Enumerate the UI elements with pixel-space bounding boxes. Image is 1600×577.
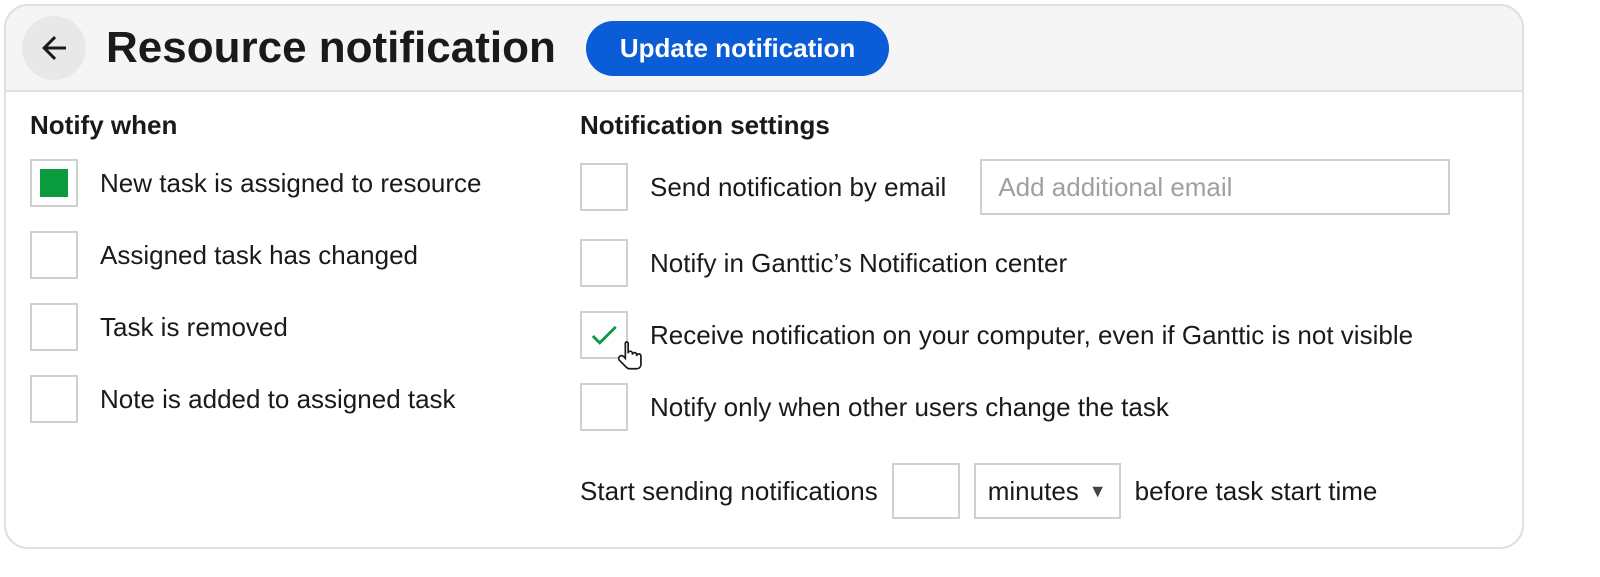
checkmark-icon [587, 318, 621, 352]
label-task-removed: Task is removed [100, 312, 288, 343]
page-title: Resource notification [106, 23, 556, 73]
notification-settings-title: Notification settings [580, 110, 1498, 141]
checkbox-task-changed[interactable] [30, 231, 78, 279]
checkbox-note-added[interactable] [30, 375, 78, 423]
checkbox-send-email[interactable] [580, 163, 628, 211]
timing-suffix: before task start time [1135, 476, 1378, 507]
panel-content: Notify when New task is assigned to reso… [6, 92, 1522, 547]
arrow-left-icon [36, 30, 72, 66]
checkbox-new-task-assigned[interactable] [30, 159, 78, 207]
timing-value-input[interactable] [892, 463, 960, 519]
option-note-added: Note is added to assigned task [30, 375, 520, 423]
update-notification-button[interactable]: Update notification [586, 21, 889, 76]
label-notify-center: Notify in Ganttic’s Notification center [650, 248, 1067, 279]
checkbox-notify-other-users[interactable] [580, 383, 628, 431]
option-notify-center: Notify in Ganttic’s Notification center [580, 239, 1498, 287]
timing-prefix: Start sending notifications [580, 476, 878, 507]
option-notify-other-users: Notify only when other users change the … [580, 383, 1498, 431]
back-button[interactable] [22, 16, 86, 80]
notification-panel: Resource notification Update notificatio… [4, 4, 1524, 549]
option-task-changed: Assigned task has changed [30, 231, 520, 279]
label-send-email: Send notification by email [650, 172, 946, 203]
checkbox-notify-center[interactable] [580, 239, 628, 287]
option-task-removed: Task is removed [30, 303, 520, 351]
timing-unit-select[interactable]: minutes ▼ [974, 463, 1121, 519]
timing-unit-label: minutes [988, 476, 1079, 507]
notify-when-section: Notify when New task is assigned to reso… [30, 110, 520, 519]
timing-row: Start sending notifications minutes ▼ be… [580, 463, 1498, 519]
label-note-added: Note is added to assigned task [100, 384, 456, 415]
label-notify-other-users: Notify only when other users change the … [650, 392, 1169, 423]
panel-header: Resource notification Update notificatio… [6, 6, 1522, 92]
notification-settings-section: Notification settings Send notification … [580, 110, 1498, 519]
additional-email-input[interactable] [980, 159, 1450, 215]
option-send-email: Send notification by email [580, 159, 1498, 215]
checkbox-task-removed[interactable] [30, 303, 78, 351]
label-new-task-assigned: New task is assigned to resource [100, 168, 482, 199]
checkbox-notify-computer[interactable] [580, 311, 628, 359]
caret-down-icon: ▼ [1089, 481, 1107, 502]
notify-when-title: Notify when [30, 110, 520, 141]
label-notify-computer: Receive notification on your computer, e… [650, 320, 1413, 351]
option-notify-computer: Receive notification on your computer, e… [580, 311, 1498, 359]
label-task-changed: Assigned task has changed [100, 240, 418, 271]
option-new-task-assigned: New task is assigned to resource [30, 159, 520, 207]
